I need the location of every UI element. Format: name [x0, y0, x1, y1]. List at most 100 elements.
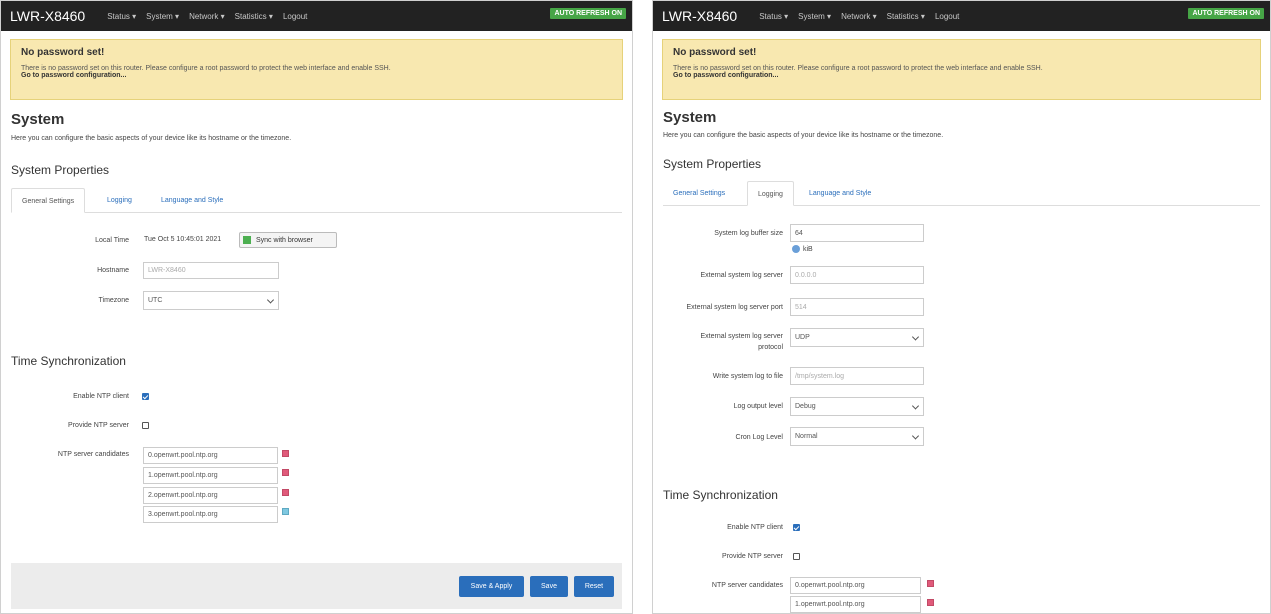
- cron-log-level-select[interactable]: Normal: [790, 427, 924, 446]
- ntp-server-input[interactable]: 0.openwrt.pool.ntp.org: [790, 577, 921, 594]
- output-level-value: Debug: [795, 403, 816, 410]
- auto-refresh-badge[interactable]: AUTO REFRESH ON: [550, 8, 626, 19]
- local-time-label: Local Time: [95, 237, 129, 244]
- enable-ntp-label: Enable NTP client: [73, 393, 129, 400]
- page-description: Here you can configure the basic aspects…: [11, 135, 292, 142]
- chevron-down-icon: [266, 295, 275, 304]
- log-buffer-label: System log buffer size: [714, 230, 783, 237]
- nav-status[interactable]: Status ▾: [107, 12, 136, 21]
- hostname-label: Hostname: [97, 267, 129, 274]
- log-buffer-input[interactable]: 64: [790, 224, 924, 242]
- tab-language-style[interactable]: Language and Style: [151, 188, 233, 213]
- system-properties-heading: System Properties: [11, 163, 110, 177]
- remove-icon[interactable]: [282, 450, 289, 457]
- timezone-label: Timezone: [98, 297, 129, 304]
- nav-statistics[interactable]: Statistics ▾: [887, 12, 925, 21]
- sync-button-label: Sync with browser: [256, 236, 313, 244]
- remove-icon[interactable]: [282, 469, 289, 476]
- system-properties-heading: System Properties: [663, 157, 762, 171]
- cron-log-level-label: Cron Log Level: [735, 434, 783, 441]
- enable-ntp-label: Enable NTP client: [727, 524, 783, 531]
- page-description: Here you can configure the basic aspects…: [663, 132, 944, 139]
- password-config-link[interactable]: Go to password configuration...: [21, 72, 612, 79]
- save-apply-button[interactable]: Save & Apply: [459, 576, 524, 597]
- tab-logging[interactable]: Logging: [97, 188, 142, 213]
- settings-tabs: General Settings Logging Language and St…: [11, 188, 622, 213]
- alert-text: There is no password set on this router.…: [21, 65, 391, 72]
- ext-log-protocol-label: External system log server: [700, 333, 783, 340]
- provide-ntp-label: Provide NTP server: [68, 422, 129, 429]
- no-password-alert: No password set! There is no password se…: [10, 39, 623, 100]
- ntp-server-input[interactable]: 0.openwrt.pool.ntp.org: [143, 447, 278, 464]
- nav-system[interactable]: System ▾: [798, 12, 831, 21]
- ext-log-port-input[interactable]: 514: [790, 298, 924, 316]
- left-screenshot-panel: LWR-X8460 Status ▾ System ▾ Network ▾ St…: [0, 0, 633, 614]
- timezone-select[interactable]: UTC: [143, 291, 279, 310]
- chevron-down-icon: [911, 332, 920, 341]
- ext-log-server-label: External system log server: [700, 272, 783, 279]
- reset-button[interactable]: Reset: [574, 576, 614, 597]
- ntp-candidates-label: NTP server candidates: [711, 582, 783, 589]
- right-screenshot-panel: LWR-X8460 Status ▾ System ▾ Network ▾ St…: [652, 0, 1271, 614]
- brand-logo[interactable]: LWR-X8460: [662, 8, 737, 24]
- write-log-file-input[interactable]: /tmp/system.log: [790, 367, 924, 385]
- brand-logo[interactable]: LWR-X8460: [10, 8, 85, 24]
- page-title: System: [11, 111, 65, 128]
- top-navbar: LWR-X8460 Status ▾ System ▾ Network ▾ St…: [653, 1, 1270, 31]
- provide-ntp-label: Provide NTP server: [722, 553, 783, 560]
- hostname-input[interactable]: LWR-X8460: [143, 262, 279, 279]
- nav-network[interactable]: Network ▾: [841, 12, 877, 21]
- chevron-down-icon: [911, 401, 920, 410]
- ntp-server-input[interactable]: 1.openwrt.pool.ntp.org: [790, 596, 921, 613]
- provide-ntp-checkbox[interactable]: [793, 553, 800, 560]
- ntp-server-input[interactable]: 3.openwrt.pool.ntp.org: [143, 506, 278, 523]
- time-sync-heading: Time Synchronization: [663, 488, 778, 502]
- ntp-server-input[interactable]: 2.openwrt.pool.ntp.org: [143, 487, 278, 504]
- chevron-down-icon: [911, 431, 920, 440]
- ext-log-protocol-select[interactable]: UDP: [790, 328, 924, 347]
- ext-log-port-label: External system log server port: [686, 304, 783, 311]
- alert-title: No password set!: [21, 47, 105, 58]
- remove-icon[interactable]: [927, 580, 934, 587]
- write-log-file-label: Write system log to file: [712, 373, 783, 380]
- cron-level-value: Normal: [795, 433, 818, 440]
- nav-logout[interactable]: Logout: [935, 12, 959, 21]
- save-button[interactable]: Save: [530, 576, 568, 597]
- tab-general-settings[interactable]: General Settings: [663, 181, 735, 206]
- nav-statistics[interactable]: Statistics ▾: [235, 12, 273, 21]
- ntp-candidates-label: NTP server candidates: [57, 451, 129, 458]
- log-output-level-label: Log output level: [733, 403, 783, 410]
- ntp-server-input[interactable]: 1.openwrt.pool.ntp.org: [143, 467, 278, 484]
- remove-icon[interactable]: [927, 599, 934, 606]
- nav-network[interactable]: Network ▾: [189, 12, 225, 21]
- nav-system[interactable]: System ▾: [146, 12, 179, 21]
- nav-logout[interactable]: Logout: [283, 12, 307, 21]
- alert-title: No password set!: [673, 47, 757, 58]
- protocol-value: UDP: [795, 334, 810, 341]
- enable-ntp-checkbox[interactable]: [793, 524, 800, 531]
- settings-tabs: General Settings Logging Language and St…: [663, 181, 1260, 206]
- auto-refresh-badge[interactable]: AUTO REFRESH ON: [1188, 8, 1264, 19]
- buffer-unit: kiB: [803, 246, 813, 253]
- log-output-level-select[interactable]: Debug: [790, 397, 924, 416]
- alert-text: There is no password set on this router.…: [673, 65, 1043, 72]
- sync-icon: [243, 236, 251, 244]
- nav-status[interactable]: Status ▾: [759, 12, 788, 21]
- tab-language-style[interactable]: Language and Style: [799, 181, 881, 206]
- timezone-value: UTC: [148, 297, 163, 304]
- provide-ntp-checkbox[interactable]: [142, 422, 149, 429]
- tab-logging[interactable]: Logging: [747, 181, 794, 206]
- tab-general-settings[interactable]: General Settings: [11, 188, 86, 213]
- time-sync-heading: Time Synchronization: [11, 354, 126, 368]
- enable-ntp-checkbox[interactable]: [142, 393, 149, 400]
- info-icon: [792, 245, 800, 253]
- no-password-alert: No password set! There is no password se…: [662, 39, 1261, 100]
- remove-icon[interactable]: [282, 489, 289, 496]
- add-icon[interactable]: [282, 508, 289, 515]
- ext-log-server-input[interactable]: 0.0.0.0: [790, 266, 924, 284]
- sync-with-browser-button[interactable]: Sync with browser: [239, 232, 337, 248]
- top-navbar: LWR-X8460 Status ▾ System ▾ Network ▾ St…: [1, 1, 632, 31]
- ext-log-protocol-label-2: protocol: [758, 344, 783, 351]
- page-title: System: [663, 109, 717, 126]
- password-config-link[interactable]: Go to password configuration...: [673, 72, 1250, 79]
